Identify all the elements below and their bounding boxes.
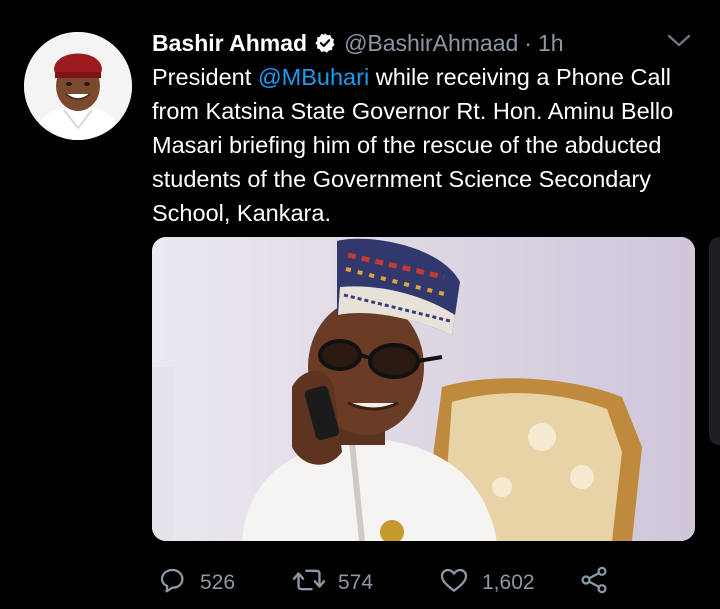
- tweet-actions: 526 574 1,602: [156, 564, 626, 604]
- tweet-text-start: President: [152, 64, 258, 90]
- author-name[interactable]: Bashir Ahmad: [152, 30, 307, 57]
- like-button[interactable]: 1,602: [438, 564, 535, 602]
- retweet-count: 574: [338, 571, 374, 594]
- avatar-photo: [24, 32, 132, 140]
- like-count: 1,602: [482, 571, 535, 594]
- reply-icon: [156, 564, 188, 602]
- photo-image: [152, 237, 695, 541]
- tweet-photo[interactable]: [152, 237, 695, 541]
- chevron-down-icon[interactable]: [666, 32, 692, 55]
- author-handle[interactable]: @BashirAhmaad: [344, 30, 518, 57]
- heart-icon: [438, 564, 470, 602]
- retweet-icon: [292, 564, 326, 602]
- tweet-header: Bashir Ahmad @BashirAhmaad · 1h: [152, 26, 690, 60]
- retweet-button[interactable]: 574: [292, 564, 373, 602]
- reply-button[interactable]: 526: [156, 564, 235, 602]
- tweet-text: President @MBuhari while receiving a Pho…: [152, 60, 700, 230]
- tweet-timestamp[interactable]: 1h: [538, 30, 564, 57]
- next-media-peek[interactable]: [709, 237, 720, 445]
- header-separator: ·: [524, 29, 532, 56]
- share-button[interactable]: [578, 564, 610, 602]
- author-avatar[interactable]: [24, 32, 132, 140]
- verified-badge-icon: [314, 32, 336, 54]
- mention-link[interactable]: @MBuhari: [258, 64, 369, 90]
- share-icon: [578, 564, 610, 602]
- reply-count: 526: [200, 571, 236, 594]
